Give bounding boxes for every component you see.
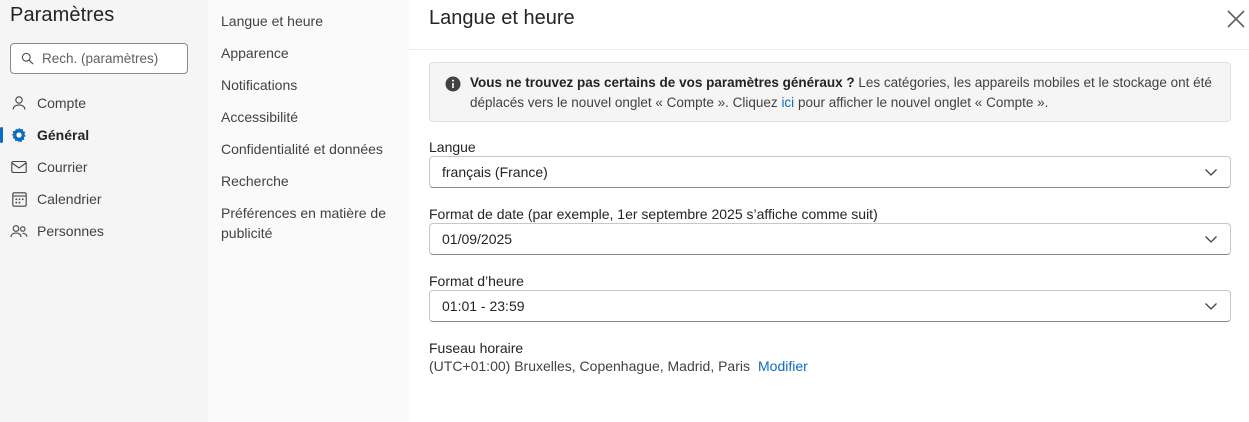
timezone-label: Fuseau horaire [429,340,524,356]
subnav-item-notifications[interactable]: Notifications [221,75,401,95]
nav-item-compte[interactable]: Compte [0,87,208,119]
people-icon [10,222,28,240]
settings-content: Langue et heure Vous ne trouvez pas cert… [409,0,1249,422]
nav-item-label: Compte [37,95,87,111]
timezone-row: (UTC+01:00) Bruxelles, Copenhague, Madri… [429,358,808,374]
date-format-label: Format de date (par exemple, 1er septemb… [429,206,878,222]
subnav-item-langue-heure[interactable]: Langue et heure [221,11,401,31]
nav-item-label: Courrier [37,159,88,175]
settings-search-box[interactable] [10,43,188,74]
nav-item-calendrier[interactable]: Calendrier [0,183,208,215]
close-icon[interactable] [1225,8,1247,30]
search-icon [21,52,34,65]
subnav-item-publicite[interactable]: Préférences en matière de publicité [221,203,397,243]
page-title: Langue et heure [429,7,575,29]
time-format-value: 01:01 - 23:59 [442,298,525,314]
subnav-item-recherche[interactable]: Recherche [221,171,401,191]
timezone-modify-link[interactable]: Modifier [758,358,808,374]
nav-item-personnes[interactable]: Personnes [0,215,208,247]
language-value: français (France) [442,164,548,180]
timezone-value: (UTC+01:00) Bruxelles, Copenhague, Madri… [429,358,750,374]
banner-link-ici[interactable]: ici [781,95,794,110]
nav-item-general[interactable]: Général [0,119,208,151]
nav-item-courrier[interactable]: Courrier [0,151,208,183]
language-label: Langue [429,139,476,155]
mail-icon [10,158,28,176]
language-select[interactable]: français (France) [429,156,1231,188]
date-format-select[interactable]: 01/09/2025 [429,223,1231,255]
nav-item-label: Calendrier [37,191,102,207]
chevron-down-icon [1205,303,1217,310]
chevron-down-icon [1205,169,1217,176]
general-subnav: Langue et heure Apparence Notifications … [208,0,409,422]
chevron-down-icon [1205,236,1217,243]
info-banner: Vous ne trouvez pas certains de vos para… [429,62,1231,122]
banner-text-end: pour afficher le nouvel onglet « Compte … [794,95,1049,110]
banner-heading: Vous ne trouvez pas certains de vos para… [470,75,855,90]
subnav-item-accessibilite[interactable]: Accessibilité [221,107,401,127]
info-icon [445,76,461,92]
gear-icon [10,126,28,144]
calendar-icon [10,190,28,208]
date-format-value: 01/09/2025 [442,231,513,247]
time-format-label: Format d’heure [429,273,524,289]
settings-title: Paramètres [10,4,115,26]
subnav-item-confidentialite[interactable]: Confidentialité et données [221,139,401,159]
header-divider [409,49,1249,50]
search-input[interactable] [42,51,182,66]
settings-nav: Compte Général Courrier Calendrier Perso… [0,87,208,247]
subnav-item-apparence[interactable]: Apparence [221,43,401,63]
nav-item-label: Personnes [37,223,104,239]
nav-item-label: Général [37,127,90,143]
person-icon [10,94,28,112]
time-format-select[interactable]: 01:01 - 23:59 [429,290,1231,322]
settings-sidebar: Paramètres Compte Général Courrier [0,0,208,422]
